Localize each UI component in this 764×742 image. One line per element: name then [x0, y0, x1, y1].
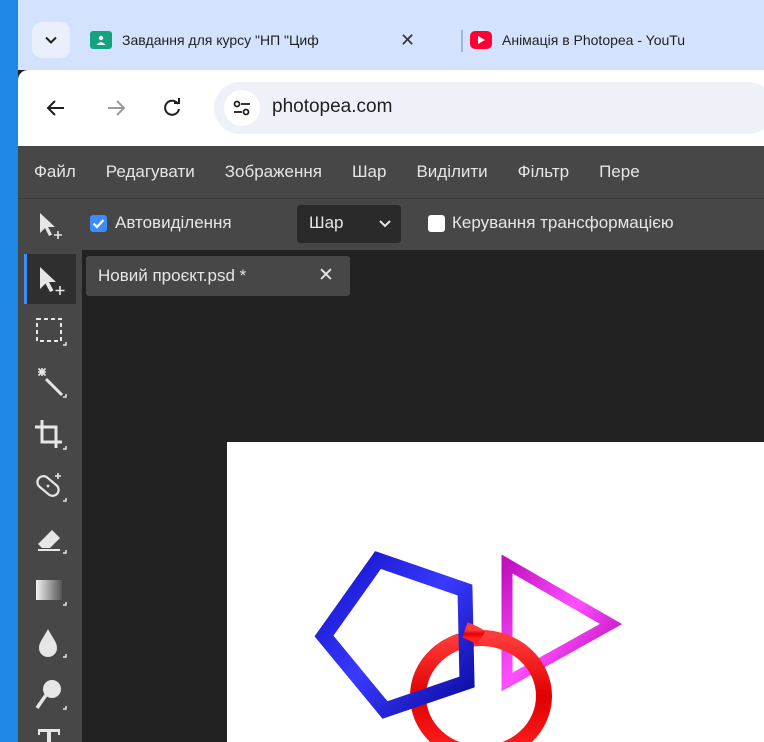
type-tool-icon — [38, 729, 60, 742]
arrow-left-icon — [46, 100, 64, 116]
browser-toolbar: photopea.com — [18, 70, 764, 146]
document-canvas[interactable] — [227, 442, 764, 742]
triangle-shape — [501, 554, 623, 692]
classroom-icon — [90, 31, 112, 49]
dodge-tool-icon — [35, 680, 67, 710]
auto-select-label: Автовиділення — [115, 213, 232, 232]
reload-icon — [164, 98, 180, 116]
blur-tool-icon — [39, 629, 67, 658]
menu-file[interactable]: Файл — [34, 162, 76, 182]
reload-button[interactable] — [158, 94, 186, 122]
eraser-tool-icon — [38, 530, 67, 554]
screen: Завдання для курсу "НП "Циф ✕ Анімація в… — [0, 0, 764, 742]
move-tool-icon[interactable] — [34, 209, 68, 241]
back-button[interactable] — [42, 94, 70, 122]
transform-controls-label: Керування трансформацією — [452, 213, 674, 232]
desktop-edge — [0, 0, 18, 742]
magic-wand-tool[interactable] — [24, 358, 76, 408]
tune-icon — [233, 100, 250, 116]
move-tool-icon — [40, 267, 65, 295]
forward-button[interactable] — [102, 94, 130, 122]
menu-image[interactable]: Зображення — [225, 162, 322, 182]
close-icon[interactable]: ✕ — [318, 264, 334, 287]
blur-tool[interactable] — [24, 618, 76, 668]
app-menu-bar: Файл Редагувати Зображення Шар Виділити … — [18, 146, 764, 198]
dropdown-value: Шар — [309, 213, 344, 232]
canvas-artwork — [314, 551, 623, 742]
address-bar[interactable]: photopea.com — [214, 82, 764, 134]
chevron-down-icon — [379, 220, 391, 228]
pentagon-shape — [314, 551, 475, 719]
tab-title: Анімація в Photopea - YouTu — [502, 32, 686, 48]
marquee-tool[interactable] — [24, 306, 76, 356]
menu-filter[interactable]: Фільтр — [518, 162, 569, 182]
gradient-tool[interactable] — [24, 566, 76, 616]
menu-select[interactable]: Виділити — [416, 162, 487, 182]
magic-wand-tool-icon — [37, 367, 67, 398]
document-workspace: Новий проєкт.psd * ✕ — [82, 250, 764, 742]
crop-tool-icon — [35, 420, 67, 450]
auto-select-target-dropdown[interactable]: Шар — [297, 205, 401, 243]
chevron-down-icon — [45, 36, 57, 44]
tab-divider — [461, 30, 463, 52]
menu-edit[interactable]: Редагувати — [106, 162, 195, 182]
healing-tool[interactable] — [24, 462, 76, 512]
menu-view[interactable]: Пере — [599, 162, 640, 182]
site-info-button[interactable] — [224, 90, 260, 126]
browser-tab-youtube[interactable]: Анімація в Photopea - YouTu — [470, 18, 764, 62]
browser-tab-bar: Завдання для курсу "НП "Циф ✕ Анімація в… — [18, 0, 764, 70]
crop-tool[interactable] — [24, 410, 76, 460]
url-text: photopea.com — [272, 96, 393, 117]
menu-layer[interactable]: Шар — [352, 162, 387, 182]
tool-options-bar: Автовиділення Шар Керування трансформаці… — [18, 198, 764, 250]
tab-title: Завдання для курсу "НП "Циф — [122, 32, 319, 48]
active-tool-indicator — [24, 254, 27, 304]
transform-controls-checkbox[interactable] — [428, 215, 445, 232]
gradient-tool-icon — [36, 580, 67, 606]
toolbox — [18, 250, 82, 742]
rectangle-select-tool-icon — [36, 318, 67, 346]
arrow-right-icon — [108, 100, 126, 116]
move-tool[interactable] — [24, 254, 76, 304]
healing-brush-tool-icon — [36, 473, 67, 502]
youtube-icon — [470, 31, 492, 49]
document-tab-title: Новий проєкт.psd * — [98, 266, 247, 285]
eraser-tool[interactable] — [24, 514, 76, 564]
type-tool[interactable] — [24, 716, 76, 742]
close-icon[interactable]: ✕ — [400, 30, 415, 51]
browser-tab-classroom[interactable]: Завдання для курсу "НП "Циф ✕ — [90, 18, 452, 62]
document-tab[interactable]: Новий проєкт.psd * ✕ — [86, 256, 350, 296]
auto-select-checkbox[interactable] — [90, 215, 107, 232]
dodge-tool[interactable] — [24, 670, 76, 720]
tab-search-button[interactable] — [32, 22, 70, 58]
checkmark-icon — [92, 219, 105, 229]
